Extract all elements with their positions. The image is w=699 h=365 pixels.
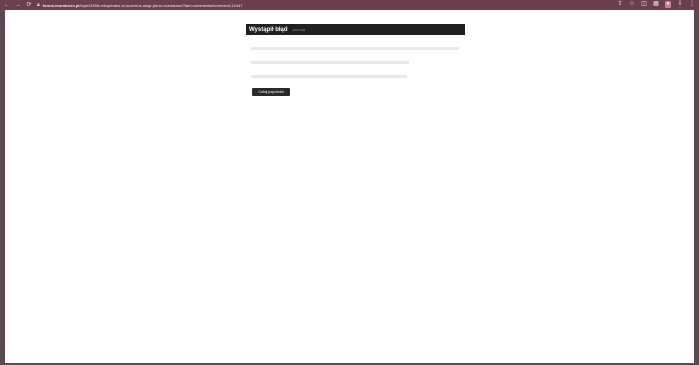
error-title: Wystąpił błąd (249, 26, 288, 33)
profile-icon[interactable]: ● (665, 1, 671, 8)
browser-toolbar: ← → ⟳ 🔒︎ forum.muratorxx.pl /topic/3358-… (0, 0, 699, 10)
download-icon[interactable]: ⇩ (677, 1, 683, 8)
error-message-line (251, 75, 407, 78)
page-viewport: Wystąpił błąd [2F173/2] Cofnij poprzedni (5, 10, 694, 363)
extension-icon[interactable]: ▦ (653, 1, 659, 8)
forward-icon[interactable]: → (14, 1, 22, 9)
error-header: Wystąpił błąd [2F173/2] (246, 24, 465, 35)
menu-icon[interactable]: ⋮ (689, 1, 695, 8)
lock-icon: 🔒︎ (37, 2, 40, 8)
url-host: forum.muratorxx.pl (42, 2, 80, 8)
bookmark-icon[interactable]: ☆ (629, 1, 635, 8)
error-message-line (251, 47, 459, 50)
puzzle-icon[interactable]: ◫ (641, 1, 647, 8)
error-message-line (251, 61, 409, 64)
back-icon[interactable]: ← (3, 1, 11, 9)
error-code: [2F173/2] (292, 27, 306, 32)
url-path: /topic/3358-rekuperator-w-kuchni-a-okap-… (79, 2, 243, 8)
extensions-area: ⇪ ☆ ◫ ▦ ● ⇩ ⋮ (617, 1, 695, 8)
address-bar[interactable]: 🔒︎ forum.muratorxx.pl /topic/3358-rekupe… (37, 1, 242, 9)
back-button[interactable]: Cofnij poprzedni (252, 88, 290, 96)
reload-icon[interactable]: ⟳ (25, 1, 33, 9)
share-icon[interactable]: ⇪ (617, 1, 623, 8)
